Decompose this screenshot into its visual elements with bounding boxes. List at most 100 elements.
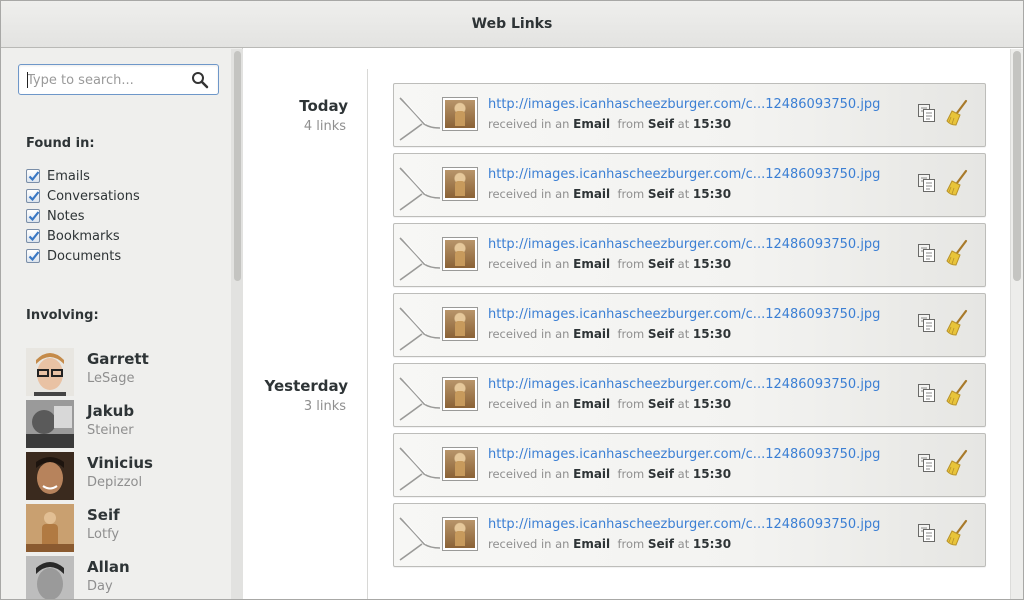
- meta-at: at: [677, 537, 690, 551]
- checkbox-notes[interactable]: [26, 209, 40, 223]
- meta-received: received in an: [488, 257, 570, 271]
- link-thumbnail[interactable]: [442, 237, 478, 271]
- sidebar-scrollbar-thumb[interactable]: [234, 51, 241, 281]
- copy-icon[interactable]: [917, 243, 937, 263]
- link-thumbnail[interactable]: [442, 97, 478, 131]
- broom-icon[interactable]: [946, 239, 970, 267]
- link-card[interactable]: http://images.icanhascheezburger.com/c..…: [393, 363, 986, 427]
- meta-at: at: [677, 467, 690, 481]
- search-icon[interactable]: [191, 71, 209, 89]
- link-url[interactable]: http://images.icanhascheezburger.com/c..…: [488, 97, 880, 112]
- meta-at: at: [677, 187, 690, 201]
- link-thumbnail[interactable]: [442, 447, 478, 481]
- link-card[interactable]: http://images.icanhascheezburger.com/c..…: [393, 293, 986, 357]
- meta-received: received in an: [488, 467, 570, 481]
- link-thumbnail[interactable]: [442, 307, 478, 341]
- involving-heading: Involving:: [26, 308, 99, 323]
- link-card[interactable]: http://images.icanhascheezburger.com/c..…: [393, 223, 986, 287]
- meta-time: 15:30: [692, 537, 732, 551]
- filter-label: Conversations: [47, 188, 140, 204]
- broom-icon[interactable]: [946, 169, 970, 197]
- main-scrollbar-thumb[interactable]: [1013, 51, 1021, 281]
- link-card[interactable]: http://images.icanhascheezburger.com/c..…: [393, 153, 986, 217]
- copy-icon[interactable]: [917, 313, 937, 333]
- filter-conversations[interactable]: Conversations: [26, 186, 140, 206]
- copy-icon[interactable]: [917, 453, 937, 473]
- meta-from: from: [617, 117, 645, 131]
- broom-icon[interactable]: [946, 519, 970, 547]
- person-first-name: Seif: [87, 506, 120, 524]
- person-last-name: LeSage: [87, 371, 135, 386]
- person-last-name: Lotfy: [87, 527, 120, 542]
- broom-icon[interactable]: [946, 449, 970, 477]
- avatar: [26, 556, 74, 599]
- person-first-name: Garrett: [87, 350, 149, 368]
- link-meta: received in an Email from Seif at 15:30: [488, 327, 731, 341]
- link-url[interactable]: http://images.icanhascheezburger.com/c..…: [488, 377, 880, 392]
- broom-icon[interactable]: [946, 309, 970, 337]
- meta-at: at: [677, 397, 690, 411]
- app-window: Web Links Found in: Emails Conversations: [0, 0, 1024, 600]
- checkmark-icon: [28, 191, 40, 202]
- filter-documents[interactable]: Documents: [26, 246, 140, 266]
- meta-from: from: [617, 467, 645, 481]
- copy-icon[interactable]: [917, 103, 937, 123]
- group-label-today: Today: [299, 97, 348, 115]
- meta-sender: Seif: [647, 537, 675, 551]
- link-thumbnail[interactable]: [442, 517, 478, 551]
- link-meta: received in an Email from Seif at 15:30: [488, 117, 731, 131]
- group-count-yesterday: 3 links: [303, 399, 346, 414]
- meta-from: from: [617, 397, 645, 411]
- checkmark-icon: [28, 171, 40, 182]
- avatar: [26, 400, 74, 448]
- broom-icon[interactable]: [946, 379, 970, 407]
- broom-icon[interactable]: [946, 99, 970, 127]
- filter-notes[interactable]: Notes: [26, 206, 140, 226]
- link-thumbnail[interactable]: [442, 377, 478, 411]
- search-input[interactable]: [27, 70, 187, 90]
- filter-label: Documents: [47, 248, 122, 264]
- link-card[interactable]: http://images.icanhascheezburger.com/c..…: [393, 433, 986, 497]
- link-url[interactable]: http://images.icanhascheezburger.com/c..…: [488, 517, 880, 532]
- checkbox-bookmarks[interactable]: [26, 229, 40, 243]
- avatar: [26, 504, 74, 552]
- person-allan[interactable]: Allan Day: [26, 556, 226, 599]
- checkbox-documents[interactable]: [26, 249, 40, 263]
- person-first-name: Vinicius: [87, 454, 153, 472]
- meta-time: 15:30: [692, 257, 732, 271]
- timeline-divider: [367, 69, 368, 599]
- meta-time: 15:30: [692, 327, 732, 341]
- meta-sender: Seif: [647, 327, 675, 341]
- filter-label: Bookmarks: [47, 228, 120, 244]
- person-last-name: Depizzol: [87, 475, 143, 490]
- link-card[interactable]: http://images.icanhascheezburger.com/c..…: [393, 503, 986, 567]
- person-jakub[interactable]: Jakub Steiner: [26, 400, 226, 452]
- filter-emails[interactable]: Emails: [26, 166, 140, 186]
- link-url[interactable]: http://images.icanhascheezburger.com/c..…: [488, 167, 880, 182]
- checkmark-icon: [28, 251, 40, 262]
- meta-received: received in an: [488, 327, 570, 341]
- link-url[interactable]: http://images.icanhascheezburger.com/c..…: [488, 307, 880, 322]
- search-box[interactable]: [18, 64, 219, 95]
- copy-icon[interactable]: [917, 523, 937, 543]
- link-card[interactable]: http://images.icanhascheezburger.com/c..…: [393, 83, 986, 147]
- person-vinicius[interactable]: Vinicius Depizzol: [26, 452, 226, 504]
- meta-sender: Seif: [647, 397, 675, 411]
- checkbox-conversations[interactable]: [26, 189, 40, 203]
- envelope-icon: [399, 377, 441, 421]
- link-thumbnail[interactable]: [442, 167, 478, 201]
- filter-bookmarks[interactable]: Bookmarks: [26, 226, 140, 246]
- checkmark-icon: [28, 211, 40, 222]
- copy-icon[interactable]: [917, 383, 937, 403]
- copy-icon[interactable]: [917, 173, 937, 193]
- person-seif[interactable]: Seif Lotfy: [26, 504, 226, 556]
- envelope-icon: [399, 307, 441, 351]
- person-garrett[interactable]: Garrett LeSage: [26, 348, 226, 400]
- link-url[interactable]: http://images.icanhascheezburger.com/c..…: [488, 447, 880, 462]
- checkmark-icon: [28, 231, 40, 242]
- checkbox-emails[interactable]: [26, 169, 40, 183]
- link-url[interactable]: http://images.icanhascheezburger.com/c..…: [488, 237, 880, 252]
- meta-at: at: [677, 257, 690, 271]
- meta-at: at: [677, 117, 690, 131]
- envelope-icon: [399, 237, 441, 281]
